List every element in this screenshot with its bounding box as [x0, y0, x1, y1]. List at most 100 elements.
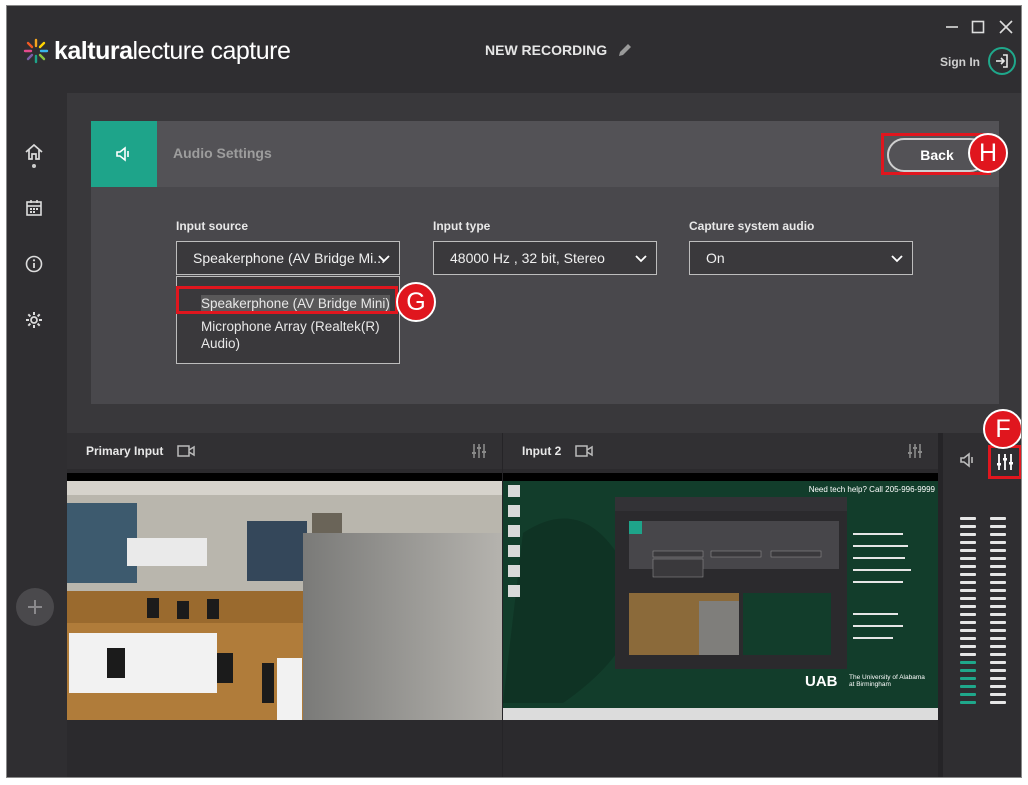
capture-system-audio-label: Capture system audio	[689, 219, 815, 233]
input-type-value: 48000 Hz , 32 bit, Stereo	[450, 250, 605, 266]
primary-input-pane: Primary Input	[67, 433, 502, 777]
level-bar	[990, 685, 1006, 688]
input-2-pane: Input 2 Need tech help? Call 205-996-999…	[503, 433, 938, 777]
level-bar	[960, 693, 976, 696]
add-input-button[interactable]	[16, 588, 54, 626]
level-bar	[990, 549, 1006, 552]
level-bar	[990, 629, 1006, 632]
level-bar	[960, 565, 976, 568]
annotation-badge-h: H	[968, 133, 1008, 173]
input-2-title: Input 2	[522, 444, 594, 458]
level-bar	[990, 669, 1006, 672]
level-bar	[960, 629, 976, 632]
level-bar	[990, 605, 1006, 608]
input-type-label: Input type	[433, 219, 491, 233]
level-bar	[960, 541, 976, 544]
level-bar	[960, 653, 976, 656]
logo-light-text: lecture capture	[132, 36, 291, 65]
level-bar	[990, 661, 1006, 664]
level-bar	[990, 589, 1006, 592]
input-2-screen-feed: Need tech help? Call 205-996-9999 UAB Th…	[503, 473, 938, 720]
level-bar	[990, 565, 1006, 568]
input-type-select[interactable]: 48000 Hz , 32 bit, Stereo	[433, 241, 657, 275]
nav-schedule[interactable]	[23, 197, 45, 219]
mixer-highlight-box	[988, 445, 1021, 479]
option-highlight-box	[176, 286, 398, 314]
level-bar	[960, 677, 976, 680]
close-button[interactable]	[995, 18, 1017, 36]
sign-in-label[interactable]: Sign In	[940, 55, 980, 69]
level-bar	[960, 685, 976, 688]
minimize-button[interactable]	[941, 18, 963, 36]
maximize-button[interactable]	[967, 18, 989, 36]
kaltura-logo: kaltura lecture capture	[23, 36, 291, 66]
input-source-select[interactable]: Speakerphone (AV Bridge Mi...	[176, 241, 400, 275]
level-bar	[960, 549, 976, 552]
annotation-badge-f: F	[983, 409, 1021, 449]
primary-input-header: Primary Input	[67, 433, 502, 469]
nav-home[interactable]	[23, 141, 45, 163]
level-bar	[990, 581, 1006, 584]
classroom-camera-feed	[67, 473, 502, 720]
uab-subtitle-text: The University of Alabama at Birmingham	[849, 674, 925, 688]
speaker-icon[interactable]	[959, 451, 977, 469]
nav-info[interactable]	[23, 253, 45, 275]
chevron-down-icon	[635, 255, 647, 263]
level-bar	[960, 573, 976, 576]
video-camera-icon[interactable]	[575, 444, 594, 458]
recording-title-text: NEW RECORDING	[485, 42, 608, 58]
level-bar	[990, 597, 1006, 600]
level-bar	[990, 573, 1006, 576]
level-bar	[990, 525, 1006, 528]
level-bar	[960, 701, 976, 704]
lower-left-rail	[7, 433, 67, 777]
level-bar	[990, 677, 1006, 680]
level-bar	[990, 645, 1006, 648]
active-nav-indicator	[32, 164, 36, 168]
close-icon	[999, 20, 1013, 34]
level-bar	[990, 541, 1006, 544]
video-camera-icon[interactable]	[177, 444, 196, 458]
level-bar	[960, 557, 976, 560]
level-bar	[960, 637, 976, 640]
tech-help-text: Need tech help? Call 205-996-9999	[808, 485, 935, 494]
mixer-sliders-icon[interactable]	[470, 442, 488, 460]
level-bar	[960, 621, 976, 624]
level-bar	[960, 645, 976, 648]
nav-settings[interactable]	[23, 309, 45, 331]
audio-meter-panel: F	[943, 409, 1021, 777]
kaltura-burst-icon	[23, 38, 49, 64]
input-source-label: Input source	[176, 219, 249, 233]
dropdown-option-microphone-array[interactable]: Microphone Array (Realtek(R) Audio)	[201, 318, 391, 352]
level-bar	[990, 637, 1006, 640]
maximize-icon	[971, 20, 985, 34]
capture-system-audio-select[interactable]: On	[689, 241, 913, 275]
title-bar: kaltura lecture capture NEW RECORDING Sig…	[7, 6, 1021, 93]
uab-logo-text: UAB	[805, 673, 838, 690]
level-bar	[990, 693, 1006, 696]
recording-title[interactable]: NEW RECORDING	[485, 42, 633, 58]
level-bar	[960, 533, 976, 536]
info-icon	[25, 255, 43, 273]
left-nav	[7, 93, 67, 433]
level-bar	[960, 597, 976, 600]
input-2-header: Input 2	[503, 433, 938, 469]
input-2-label: Input 2	[522, 444, 562, 458]
level-bar	[990, 653, 1006, 656]
level-bar	[990, 533, 1006, 536]
capture-system-audio-value: On	[706, 250, 725, 266]
input-source-value: Speakerphone (AV Bridge Mi...	[193, 250, 385, 266]
level-bar	[960, 605, 976, 608]
annotation-badge-g: G	[396, 282, 436, 322]
chevron-down-icon	[378, 255, 390, 263]
level-bar	[960, 517, 976, 520]
audio-settings-title: Audio Settings	[173, 145, 272, 161]
level-bar	[960, 589, 976, 592]
sign-in-button[interactable]	[988, 47, 1016, 75]
pencil-icon[interactable]	[617, 42, 633, 58]
gear-icon	[26, 312, 42, 328]
logo-bold-text: kaltura	[54, 36, 133, 65]
mixer-sliders-icon[interactable]	[906, 442, 924, 460]
level-bar	[990, 621, 1006, 624]
level-bar	[990, 701, 1006, 704]
